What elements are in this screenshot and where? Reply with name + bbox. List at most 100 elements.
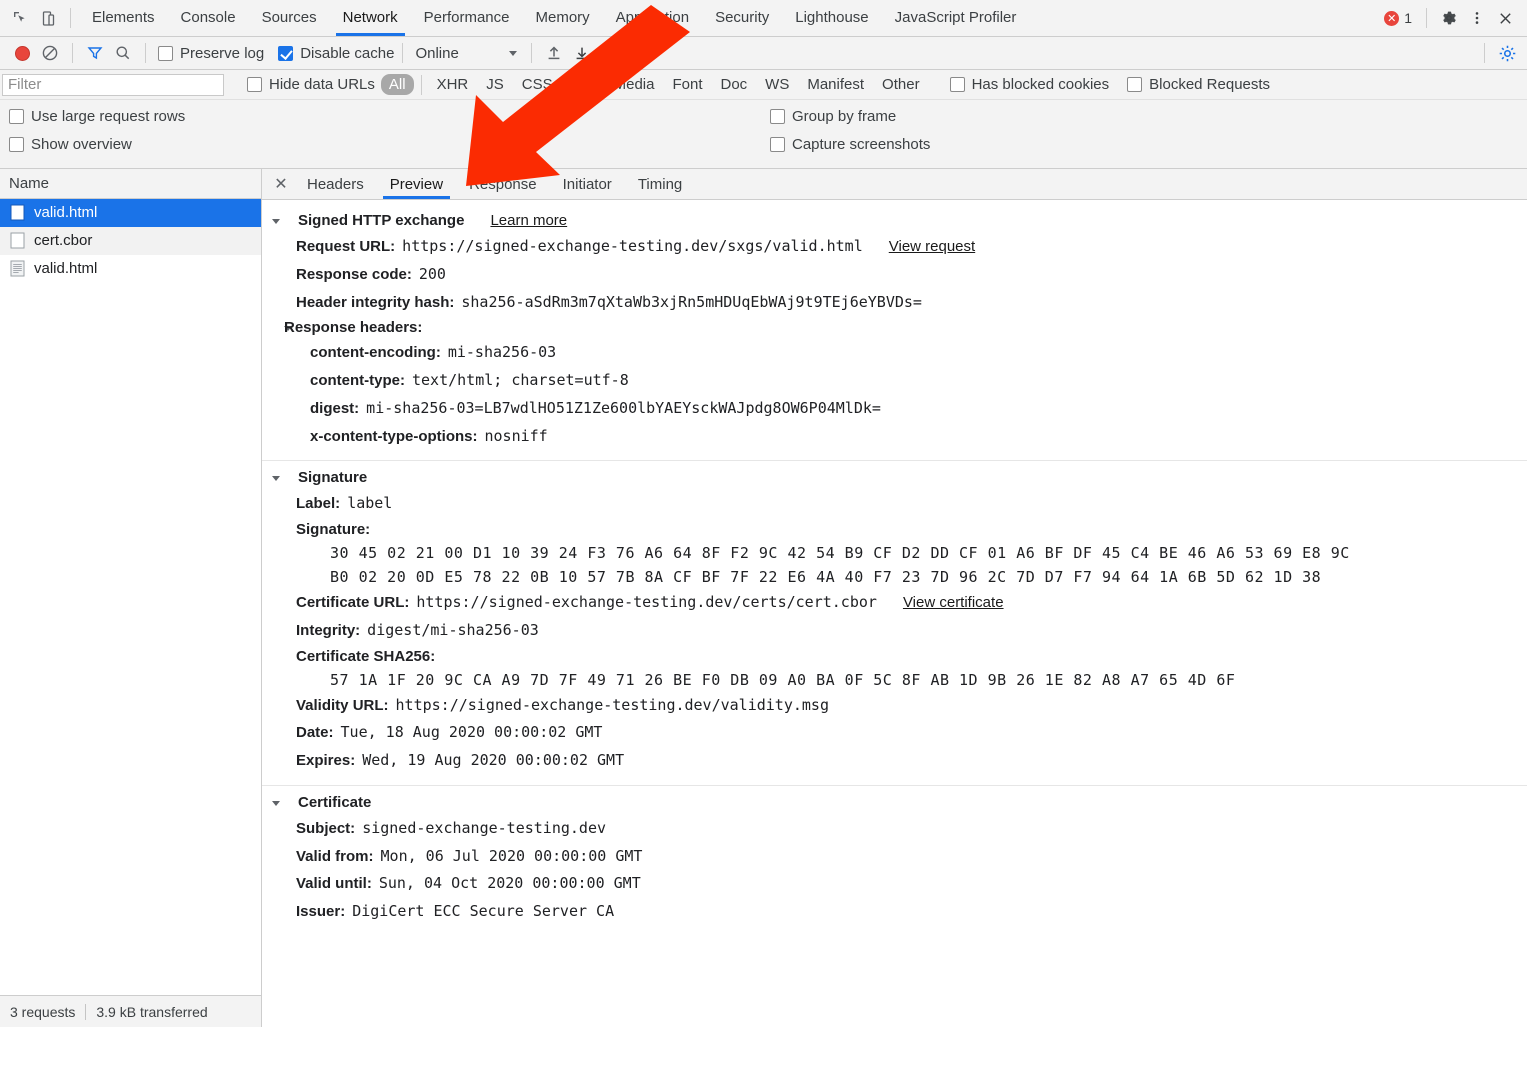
valid-from-key: Valid from: <box>296 846 374 868</box>
response-header-row: content-type: text/html; charset=utf-8 <box>262 367 1527 395</box>
close-icon[interactable] <box>1491 4 1519 32</box>
table-row[interactable]: valid.html <box>0 255 261 283</box>
validity-url-row: Validity URL: https://signed-exchange-te… <box>262 692 1527 720</box>
export-har-icon[interactable] <box>568 39 596 67</box>
signed-exchange-section: Signed HTTP exchange Learn more Request … <box>262 204 1527 461</box>
tab-timing[interactable]: Timing <box>625 169 695 199</box>
search-icon[interactable] <box>109 39 137 67</box>
device-toolbar-icon[interactable] <box>34 4 62 32</box>
capture-screenshots-box <box>770 137 785 152</box>
type-filter-manifest[interactable]: Manifest <box>799 74 872 95</box>
learn-more-link[interactable]: Learn more <box>490 212 567 229</box>
date-value: Tue, 18 Aug 2020 00:00:02 GMT <box>341 722 603 744</box>
throttle-select[interactable]: Online <box>411 45 523 62</box>
header-integrity-value: sha256-aSdRm3m7qXtaWb3xjRn5mHDUqEbWAj9t9… <box>461 292 922 314</box>
transferred-label: 3.9 kB transferred <box>86 1004 217 1020</box>
type-filter-media[interactable]: Media <box>606 74 663 95</box>
view-request-link[interactable]: View request <box>889 236 975 258</box>
show-overview-checkbox[interactable]: Show overview <box>9 136 770 153</box>
tab-preview[interactable]: Preview <box>377 169 456 199</box>
expires-key: Expires: <box>296 750 355 772</box>
inspect-element-icon[interactable] <box>6 4 34 32</box>
signature-header[interactable]: Signature <box>262 465 1527 490</box>
tabbar-right-divider <box>1426 8 1427 28</box>
chevron-down-icon[interactable] <box>272 219 280 224</box>
panel-tab-application[interactable]: Application <box>603 0 702 36</box>
close-detail-icon[interactable]: ✕ <box>268 171 294 197</box>
header-integrity-key: Header integrity hash: <box>296 292 454 314</box>
table-row[interactable]: valid.html <box>0 199 261 227</box>
hide-data-urls-box <box>247 77 262 92</box>
type-filter-img[interactable]: Img <box>563 74 604 95</box>
more-vertical-icon[interactable] <box>1463 4 1491 32</box>
request-detail-pane: ✕ Headers Preview Response Initiator Tim… <box>262 169 1527 1027</box>
type-filter-css[interactable]: CSS <box>514 74 561 95</box>
record-button[interactable] <box>8 39 36 67</box>
import-har-icon[interactable] <box>540 39 568 67</box>
type-filter-ws[interactable]: WS <box>757 74 797 95</box>
certificate-url-key: Certificate URL: <box>296 592 409 614</box>
section-title: Signature <box>298 469 367 486</box>
tab-headers[interactable]: Headers <box>294 169 377 199</box>
panel-tab-security[interactable]: Security <box>702 0 782 36</box>
capture-screenshots-checkbox[interactable]: Capture screenshots <box>770 136 930 153</box>
signed-exchange-header[interactable]: Signed HTTP exchange Learn more <box>262 208 1527 233</box>
disable-cache-checkbox[interactable]: Disable cache <box>278 45 394 62</box>
group-by-frame-checkbox[interactable]: Group by frame <box>770 108 930 125</box>
request-url-value: https://signed-exchange-testing.dev/sxgs… <box>402 236 863 258</box>
header-integrity-row: Header integrity hash: sha256-aSdRm3m7qX… <box>262 289 1527 317</box>
type-filter-other[interactable]: Other <box>874 74 928 95</box>
signature-value-key: Signature: <box>262 518 1527 541</box>
panel-tab-network[interactable]: Network <box>330 0 411 36</box>
panel-tab-performance[interactable]: Performance <box>411 0 523 36</box>
panel-tab-lighthouse[interactable]: Lighthouse <box>782 0 881 36</box>
network-settings-icon[interactable] <box>1493 39 1521 67</box>
clear-button[interactable] <box>36 39 64 67</box>
preserve-log-checkbox[interactable]: Preserve log <box>158 45 264 62</box>
network-statusbar: 3 requests 3.9 kB transferred <box>0 995 261 1027</box>
label-key: Label: <box>296 493 340 515</box>
type-filter-doc[interactable]: Doc <box>712 74 755 95</box>
panel-tab-elements[interactable]: Elements <box>79 0 168 36</box>
hide-data-urls-label: Hide data URLs <box>269 76 375 93</box>
filter-icon[interactable] <box>81 39 109 67</box>
type-filter-all[interactable]: All <box>381 74 414 95</box>
chevron-down-icon[interactable] <box>272 801 280 806</box>
record-indicator <box>15 46 30 61</box>
integrity-row: Integrity: digest/mi-sha256-03 <box>262 617 1527 645</box>
panel-tab-console[interactable]: Console <box>168 0 249 36</box>
use-large-request-rows-checkbox[interactable]: Use large request rows <box>9 108 770 125</box>
error-count-badge[interactable]: ✕ 1 <box>1384 10 1418 26</box>
panel-tab-sources[interactable]: Sources <box>249 0 330 36</box>
certificate-section: Certificate Subject: signed-exchange-tes… <box>262 786 1527 936</box>
hide-data-urls-checkbox[interactable]: Hide data URLs <box>247 76 375 93</box>
request-detail-tabbar: ✕ Headers Preview Response Initiator Tim… <box>262 169 1527 200</box>
type-filter-js[interactable]: JS <box>478 74 512 95</box>
panel-tab-memory[interactable]: Memory <box>523 0 603 36</box>
certificate-header[interactable]: Certificate <box>262 790 1527 815</box>
issuer-key: Issuer: <box>296 901 345 923</box>
response-header-row: x-content-type-options: nosniff <box>262 423 1527 451</box>
type-filter-xhr[interactable]: XHR <box>429 74 477 95</box>
has-blocked-cookies-checkbox[interactable]: Has blocked cookies <box>950 76 1110 93</box>
tab-response[interactable]: Response <box>456 169 550 199</box>
chevron-down-icon[interactable] <box>272 476 280 481</box>
table-row[interactable]: cert.cbor <box>0 227 261 255</box>
view-certificate-link[interactable]: View certificate <box>903 592 1004 614</box>
filter-input[interactable] <box>2 74 224 96</box>
blocked-requests-checkbox[interactable]: Blocked Requests <box>1127 76 1270 93</box>
column-header-name[interactable]: Name <box>0 169 261 199</box>
valid-until-row: Valid until: Sun, 04 Oct 2020 00:00:00 G… <box>262 870 1527 898</box>
blocked-requests-box <box>1127 77 1142 92</box>
label-value: label <box>347 493 392 515</box>
disable-cache-label: Disable cache <box>300 45 394 62</box>
date-row: Date: Tue, 18 Aug 2020 00:00:02 GMT <box>262 719 1527 747</box>
request-name: valid.html <box>34 204 97 221</box>
response-headers-header[interactable]: Response headers: <box>262 316 1527 339</box>
panel-tab-javascript-profiler[interactable]: JavaScript Profiler <box>882 0 1030 36</box>
type-filter-font[interactable]: Font <box>664 74 710 95</box>
gear-icon[interactable] <box>1435 4 1463 32</box>
section-title: Signed HTTP exchange <box>298 212 464 229</box>
request-count-label: 3 requests <box>0 1004 85 1020</box>
tab-initiator[interactable]: Initiator <box>550 169 625 199</box>
